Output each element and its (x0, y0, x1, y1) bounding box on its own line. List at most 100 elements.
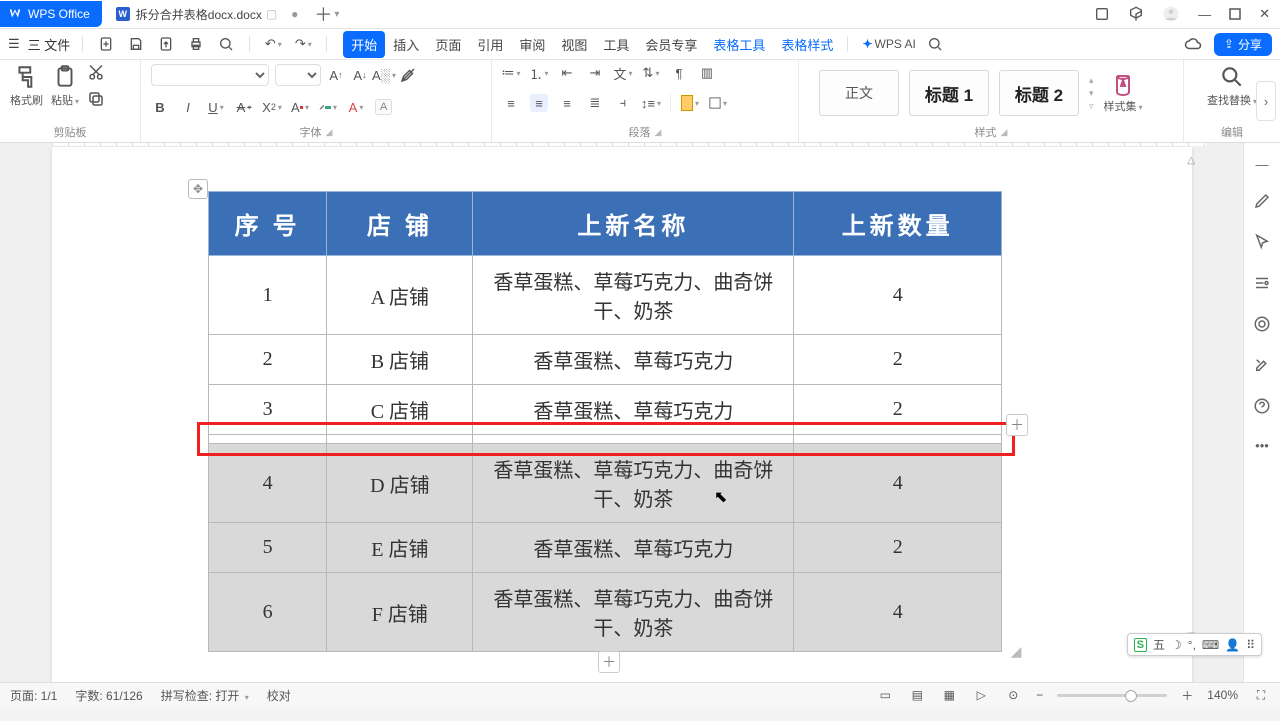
table-cell[interactable]: 香草蛋糕、草莓巧克力、曲奇饼干、奶茶 (473, 256, 794, 335)
zoom-out-button[interactable]: − (1036, 688, 1043, 702)
table-row[interactable] (209, 435, 1002, 444)
style-library-button[interactable]: 样式集▾ (1104, 72, 1143, 114)
table-cell[interactable]: E 店铺 (327, 523, 473, 573)
align-left-icon[interactable]: ≡ (502, 94, 520, 112)
shading-icon[interactable]: ▾ (681, 94, 699, 112)
table-cell[interactable]: 香草蛋糕、草莓巧克力 (473, 335, 794, 385)
share-button[interactable]: ⇪ 分享 (1214, 33, 1272, 56)
clear-format-icon[interactable] (399, 66, 417, 84)
table-cell[interactable]: D 店铺 (327, 444, 473, 523)
table-cell[interactable]: 6 (209, 573, 327, 652)
select-icon[interactable] (1253, 233, 1271, 254)
superscript-icon[interactable]: X2▾ (263, 98, 281, 116)
table-cell[interactable]: 4 (209, 444, 327, 523)
table-cell[interactable]: 香草蛋糕、草莓巧克力 (473, 523, 794, 573)
align-right-icon[interactable]: ≡ (558, 94, 576, 112)
change-case-icon[interactable]: A░▾ (375, 66, 393, 84)
table-cell[interactable] (473, 435, 794, 444)
table-cell[interactable]: 2 (794, 523, 1002, 573)
cloud-icon[interactable] (1184, 35, 1202, 53)
table-cell[interactable]: 5 (209, 523, 327, 573)
page-indicator[interactable]: 页面: 1/1 (10, 687, 57, 704)
tab-tools[interactable]: 工具 (595, 31, 637, 58)
view-read-icon[interactable]: ▤ (908, 686, 926, 704)
new-icon[interactable] (97, 35, 115, 53)
text-effects-icon[interactable]: A▾ (347, 98, 365, 116)
ribbon-scroll-right-icon[interactable]: › (1256, 81, 1276, 121)
table-row[interactable]: 3C 店铺香草蛋糕、草莓巧克力2 (209, 385, 1002, 435)
tab-table-tools[interactable]: 表格工具 (705, 31, 773, 58)
indent-decrease-icon[interactable]: ⇤ (558, 64, 576, 82)
view-outline-icon[interactable]: ▷ (972, 686, 990, 704)
word-count[interactable]: 字数: 61/126 (75, 687, 142, 704)
maximize-button[interactable] (1229, 8, 1241, 20)
tab-review[interactable]: 审阅 (511, 31, 553, 58)
zoom-out-icon[interactable]: — (1256, 157, 1269, 172)
table-cell[interactable]: 香草蛋糕、草莓巧克力 (473, 385, 794, 435)
table-row[interactable]: 1A 店铺香草蛋糕、草莓巧克力、曲奇饼干、奶茶4 (209, 256, 1002, 335)
cut-icon[interactable] (87, 64, 105, 82)
table-cell[interactable]: A 店铺 (327, 256, 473, 335)
spellcheck-status[interactable]: 拼写检查: 打开 ▾ (161, 687, 249, 704)
tab-home[interactable]: 开始 (343, 31, 385, 58)
tab-menu-chevron-icon[interactable]: ▾ (334, 9, 339, 20)
view-page-icon[interactable]: ▭ (876, 686, 894, 704)
table-row[interactable]: 6F 店铺香草蛋糕、草莓巧克力、曲奇饼干、奶茶4 (209, 573, 1002, 652)
tab-close-icon[interactable]: ● (291, 7, 298, 21)
avatar-icon[interactable] (1162, 5, 1180, 23)
ime-indicator[interactable]: S 五 ☽ °, ⌨ 👤 ⠿ (1127, 633, 1262, 656)
tab-table-style[interactable]: 表格样式 (773, 31, 841, 58)
tab-insert[interactable]: 插入 (385, 31, 427, 58)
line-spacing-icon[interactable]: ↕≡▾ (642, 94, 660, 112)
tools-icon[interactable] (1253, 356, 1271, 377)
view-web-icon[interactable]: ▦ (940, 686, 958, 704)
search-icon[interactable] (926, 35, 944, 53)
close-button[interactable]: ✕ (1259, 6, 1270, 22)
table-move-handle-icon[interactable]: ✥ (188, 179, 208, 199)
undo-icon[interactable]: ↶▾ (264, 35, 282, 53)
format-painter-button[interactable]: 格式刷 (10, 64, 43, 108)
columns-icon[interactable]: ▥ (698, 64, 716, 82)
print-icon[interactable] (187, 35, 205, 53)
table-cell[interactable]: F 店铺 (327, 573, 473, 652)
table-cell[interactable]: 2 (209, 335, 327, 385)
table-row[interactable]: 5E 店铺香草蛋糕、草莓巧克力2 (209, 523, 1002, 573)
file-menu[interactable]: 三 文件 (28, 35, 71, 54)
table-cell[interactable]: 1 (209, 256, 327, 335)
show-marks-icon[interactable]: ¶ (670, 64, 688, 82)
zoom-in-button[interactable]: ＋ (1181, 687, 1193, 704)
font-box-icon[interactable]: A (375, 99, 392, 115)
highlight-icon[interactable]: ▾ (319, 98, 337, 116)
table-cell[interactable]: 2 (794, 335, 1002, 385)
new-tab-button[interactable]: ＋ (314, 1, 332, 27)
distribute-icon[interactable]: ⫞ (614, 94, 632, 112)
borders-icon[interactable]: ▾ (709, 94, 727, 112)
table-cell[interactable] (794, 435, 1002, 444)
tab-reference[interactable]: 引用 (469, 31, 511, 58)
minimize-button[interactable]: — (1198, 7, 1211, 22)
table-row[interactable]: 2B 店铺香草蛋糕、草莓巧克力2 (209, 335, 1002, 385)
zoom-value[interactable]: 140% (1207, 688, 1238, 702)
insert-row-bottom-button[interactable]: ＋ (598, 651, 620, 673)
shrink-font-icon[interactable]: A↓ (351, 66, 369, 84)
italic-icon[interactable]: I (179, 98, 197, 116)
grow-font-icon[interactable]: A↑ (327, 66, 345, 84)
table-resize-handle-icon[interactable]: ◢ (1006, 641, 1026, 661)
number-list-icon[interactable]: ⒈▾ (530, 64, 548, 82)
scroll-up-icon[interactable]: △ (1187, 155, 1195, 166)
bullet-list-icon[interactable]: ≔▾ (502, 64, 520, 82)
table-cell[interactable]: 香草蛋糕、草莓巧克力、曲奇饼干、奶茶 (473, 573, 794, 652)
zoom-slider[interactable] (1057, 694, 1167, 697)
table-cell[interactable]: 香草蛋糕、草莓巧克力、曲奇饼干、奶茶 (473, 444, 794, 523)
table-row[interactable]: 4D 店铺香草蛋糕、草莓巧克力、曲奇饼干、奶茶4 (209, 444, 1002, 523)
table-cell[interactable]: 2 (794, 385, 1002, 435)
wps-ai-button[interactable]: ✦WPS AI (862, 37, 915, 51)
document-canvas[interactable]: ✥ 序 号 店 铺 上新名称 上新数量 1A 店铺香草蛋糕、草莓巧克力、曲奇饼干… (0, 143, 1243, 682)
document-table[interactable]: 序 号 店 铺 上新名称 上新数量 1A 店铺香草蛋糕、草莓巧克力、曲奇饼干、奶… (208, 191, 1002, 652)
export-icon[interactable] (157, 35, 175, 53)
tab-pin-icon[interactable]: ▢ (266, 7, 277, 21)
redo-icon[interactable]: ↷▾ (294, 35, 312, 53)
style-scroll[interactable]: ▴▾▿ (1089, 75, 1094, 112)
copy-icon[interactable] (87, 90, 105, 108)
table-cell[interactable]: 3 (209, 385, 327, 435)
